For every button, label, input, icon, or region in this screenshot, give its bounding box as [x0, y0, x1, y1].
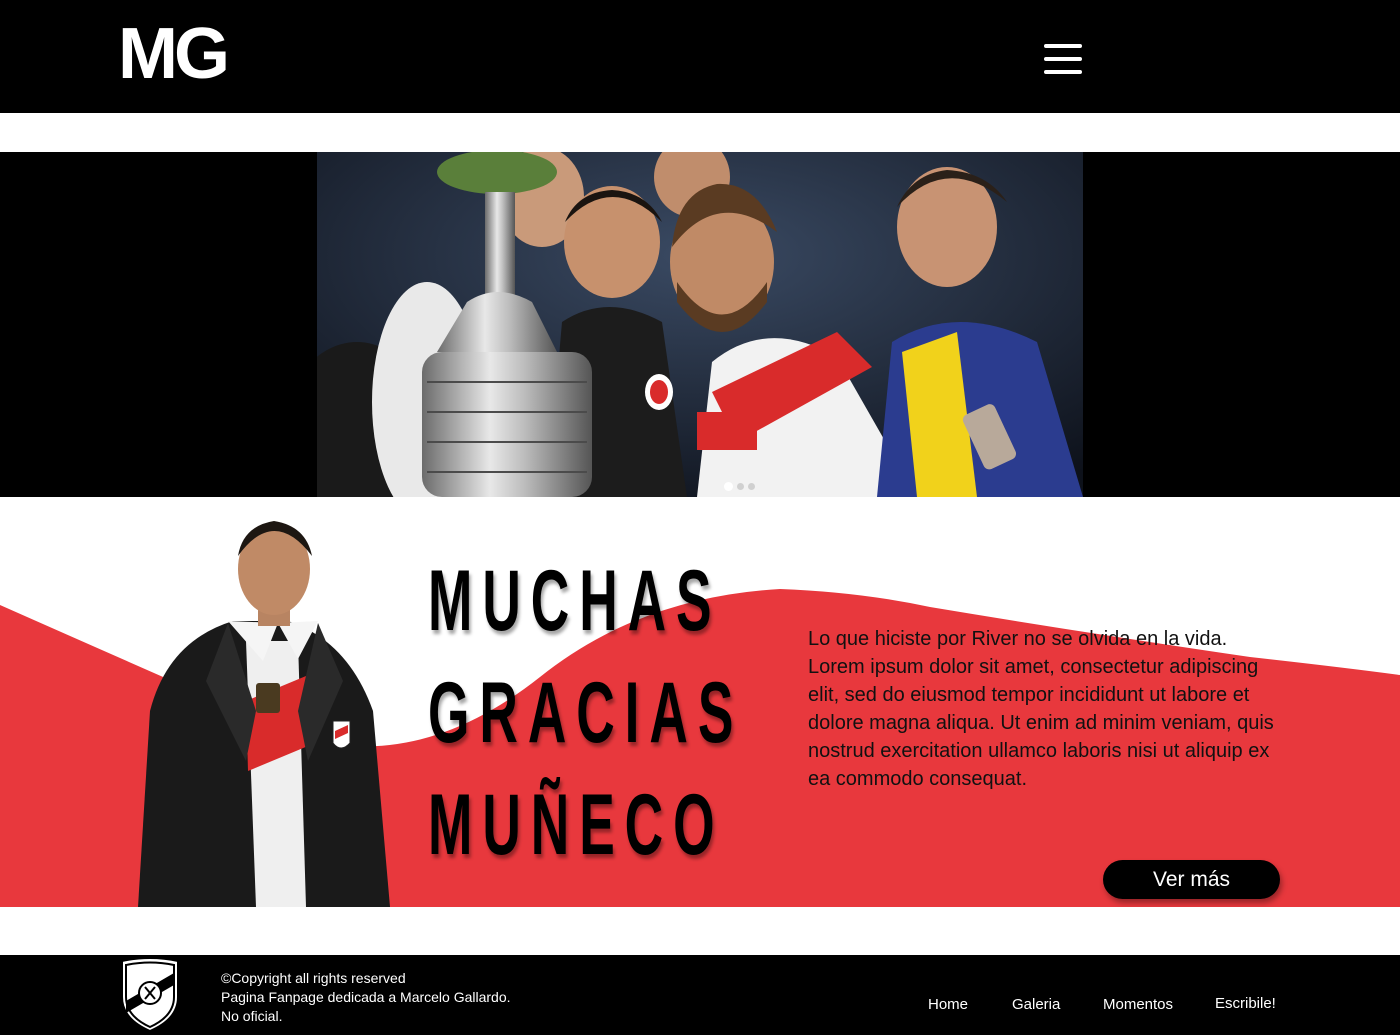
footer-nav-home[interactable]: Home [928, 996, 968, 1013]
hero-photo-illustration [317, 152, 1083, 497]
hamburger-menu-icon[interactable] [1044, 44, 1084, 76]
menu-bar [1044, 57, 1082, 61]
slider-dot-2[interactable] [737, 483, 744, 490]
headline-line-1: MUCHAS [428, 553, 722, 649]
tribute-body-text: Lo que hiciste por River no se olvida en… [808, 628, 1274, 790]
slider-dots [724, 482, 755, 491]
menu-bar [1044, 44, 1082, 48]
site-logo[interactable]: MG [118, 14, 230, 94]
site-footer: ©Copyright all rights reserved Pagina Fa… [0, 955, 1400, 1035]
hero-photo-trophy-celebration [317, 152, 1083, 497]
tribute-headline: MUCHAS GRACIAS MUÑECO [428, 545, 788, 881]
slider-dot-3[interactable] [748, 483, 755, 490]
ver-mas-button[interactable]: Ver más [1103, 860, 1280, 899]
menu-bar [1044, 70, 1082, 74]
footer-nav-momentos[interactable]: Momentos [1103, 996, 1173, 1013]
site-header: MG [0, 0, 1400, 113]
tribute-section: MUCHAS GRACIAS MUÑECO Lo que hiciste por… [0, 497, 1400, 907]
footer-nav-galeria[interactable]: Galeria [1012, 996, 1060, 1013]
headline-line-2: GRACIAS [428, 665, 744, 761]
headline-line-3: MUÑECO [428, 777, 725, 873]
footer-nav: Home Galeria Momentos Escribile! [0, 955, 1400, 1035]
footer-nav-escribile[interactable]: Escribile! [1215, 995, 1276, 1012]
portrait-illustration [138, 521, 390, 907]
slider-dot-1[interactable] [724, 482, 733, 491]
gallardo-portrait [128, 511, 393, 907]
hero-slider [0, 152, 1400, 497]
